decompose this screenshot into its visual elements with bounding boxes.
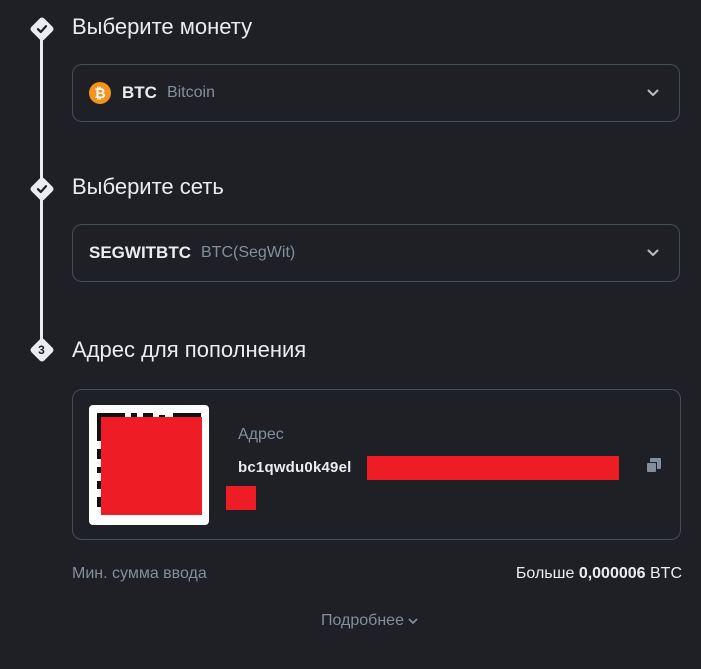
step-2-title: Выберите сеть [72,174,224,199]
chevron-down-icon [647,249,659,257]
coin-name: Bitcoin [166,84,215,101]
min-deposit-value: Больше 0,000006 BTC [516,565,682,583]
coin-select[interactable]: ₿ BTC Bitcoin [72,64,680,122]
step-2-check-marker [28,175,55,202]
chevron-down-icon [647,89,659,97]
step-3-title: Адрес для пополнения [72,337,307,362]
network-code: SEGWITBTC [89,243,191,262]
more-details-label: Подробнее [321,612,404,629]
network-select[interactable]: SEGWITBTC BTC(SegWit) [72,224,680,282]
coin-symbol: BTC [122,83,157,102]
deposit-address-card: Адрес bc1qwdu0k49el [72,389,681,540]
step-3-number: 3 [38,342,45,357]
min-deposit-amount: 0,000006 [578,565,646,582]
min-deposit-prefix: Больше [515,565,579,582]
step-1-title: Выберите монету [72,14,253,39]
check-icon [36,24,47,33]
chevron-down-icon [408,618,418,624]
network-name: BTC(SegWit) [201,244,296,261]
copy-icon[interactable] [644,456,664,476]
deposit-panel: Выберите монету ₿ BTC Bitcoin Выберите с… [0,0,701,669]
address-label: Адрес [238,426,284,443]
redaction-block-address-line2 [226,486,256,510]
redaction-block-qr [101,417,202,515]
check-icon [36,184,47,193]
qr-code [89,405,209,525]
min-deposit-label: Мин. сумма ввода [72,565,207,582]
step-1-check-marker [28,15,55,42]
address-value[interactable]: bc1qwdu0k49el [238,459,351,476]
more-details-link[interactable]: Подробнее [321,612,418,630]
redaction-block-address [367,456,619,480]
min-deposit-unit: BTC [645,565,682,582]
step-3-number-marker: 3 [28,336,55,363]
bitcoin-icon: ₿ [89,82,111,104]
